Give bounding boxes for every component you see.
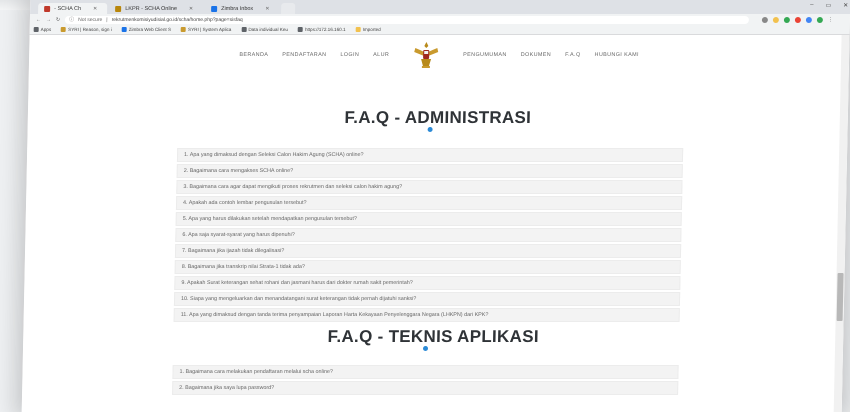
- close-tab-icon[interactable]: ✕: [93, 6, 97, 12]
- bookmark-label: Imported: [362, 27, 381, 32]
- tab-favicon-icon: [44, 5, 51, 12]
- faq-item[interactable]: 8. Bagaimana jika transkrip nilai Strata…: [174, 260, 681, 274]
- faq-item[interactable]: 3. Bagaimana cara agar dapat mengikuti p…: [176, 180, 683, 194]
- tab-favicon-icon: [211, 5, 218, 12]
- bookmark-item[interactable]: Data individual Keu: [241, 27, 288, 32]
- reload-icon[interactable]: ↻: [56, 17, 60, 23]
- section-title-administrasi: F.A.Q - ADMINISTRASI: [344, 108, 532, 127]
- bookmark-label: SYRI | System Aplica: [188, 27, 232, 32]
- page-scrollbar[interactable]: [833, 35, 850, 412]
- scrollbar-thumb[interactable]: [836, 273, 844, 321]
- page-content: BERANDA PENDAFTARAN LOGIN ALUR PENGUMUMA…: [21, 35, 850, 412]
- nav-beranda[interactable]: BERANDA: [239, 52, 268, 58]
- window-controls: – ▭ ✕: [810, 2, 848, 9]
- close-tab-icon[interactable]: ✕: [189, 6, 193, 12]
- apps-icon: [33, 27, 39, 32]
- faq-item[interactable]: 11. Apa yang dimaksud dengan tanda terim…: [173, 308, 680, 322]
- bookmark-item[interactable]: SYRI | System Aplica: [181, 27, 231, 32]
- address-bar: ← → ↻ ⓘ Not secure | rekrutmenkomisiyudi…: [29, 14, 850, 25]
- faq-list-administrasi: 1. Apa yang dimaksud dengan Seleksi Calo…: [173, 148, 684, 324]
- url-input[interactable]: ⓘ Not secure | rekrutmenkomisiyudisial.g…: [65, 15, 750, 24]
- browser-window: - SCHA Ch ✕ LKPR - SCHA Online ✕ Zimbra …: [21, 0, 850, 412]
- bookmark-icon: [121, 27, 127, 32]
- close-tab-icon[interactable]: ✕: [265, 6, 269, 12]
- faq-item[interactable]: 5. Apa yang harus dilakukan setelah mend…: [175, 212, 682, 226]
- maximize-icon[interactable]: ▭: [825, 2, 831, 9]
- faq-item[interactable]: 2. Bagaimana cara mengakses SCHA online?: [176, 164, 683, 178]
- faq-item[interactable]: 1. Apa yang dimaksud dengan Seleksi Calo…: [176, 148, 684, 162]
- bookmarks-bar: Apps SYRI | Reason, sign i Zimbra Web Cl…: [29, 25, 850, 35]
- bookmark-label: SYRI | Reason, sign i: [68, 27, 112, 32]
- extension-icon[interactable]: [806, 16, 813, 23]
- nav-faq[interactable]: F.A.Q: [565, 52, 581, 58]
- extension-icons: ⋮: [762, 16, 833, 23]
- faq-item[interactable]: 10. Siapa yang mengeluarkan dan menandat…: [173, 292, 681, 306]
- browser-tab-0[interactable]: - SCHA Ch ✕: [38, 3, 108, 14]
- title-dot: [427, 127, 433, 132]
- extension-icon[interactable]: [784, 16, 791, 23]
- bookmark-item[interactable]: https://172.16.160.1: [297, 27, 346, 32]
- nav-login[interactable]: LOGIN: [340, 52, 359, 58]
- close-window-icon[interactable]: ✕: [843, 2, 848, 9]
- faq-item[interactable]: 4. Apakah ada contoh lembar pengusulan t…: [175, 196, 683, 210]
- browser-tab-2[interactable]: Zimbra Inbox ✕: [205, 3, 280, 14]
- faq-item[interactable]: 9. Apakah Surat keterangan sehat rohani …: [174, 276, 681, 290]
- bookmark-icon: [181, 27, 187, 32]
- browser-tab-1[interactable]: LKPR - SCHA Online ✕: [109, 3, 203, 14]
- faq-item[interactable]: 1. Bagaimana cara melakukan pendaftaran …: [172, 365, 679, 379]
- bookmark-item[interactable]: Zimbra Web Client S: [121, 27, 172, 32]
- bookmark-label: Data individual Keu: [248, 27, 289, 32]
- nav-alur[interactable]: ALUR: [373, 52, 389, 58]
- nav-hubungi-kami[interactable]: HUBUNGI KAMI: [595, 52, 639, 58]
- tab-strip: - SCHA Ch ✕ LKPR - SCHA Online ✕ Zimbra …: [30, 0, 850, 14]
- bookmark-icon: [61, 27, 67, 32]
- url-text[interactable]: rekrutmenkomisiyudisial.go.id/scha/home.…: [112, 17, 243, 23]
- page-icon: [241, 27, 247, 32]
- back-icon[interactable]: ←: [36, 17, 41, 23]
- folder-icon: [355, 27, 361, 32]
- bookmark-label: Apps: [40, 27, 52, 32]
- page-icon: [297, 27, 304, 32]
- bookmark-label: https://172.16.160.1: [304, 27, 346, 32]
- bookmark-item[interactable]: Imported: [355, 27, 381, 32]
- main-nav: BERANDA PENDAFTARAN LOGIN ALUR PENGUMUMA…: [29, 35, 850, 75]
- bookmark-label: Zimbra Web Client S: [128, 27, 172, 32]
- nav-dokumen[interactable]: DOKUMEN: [521, 52, 551, 58]
- nav-pengumuman[interactable]: PENGUMUMAN: [463, 52, 507, 58]
- menu-icon[interactable]: ⋮: [828, 17, 833, 23]
- faq-item[interactable]: 6. Apa saja syarat-syarat yang harus dip…: [175, 228, 682, 242]
- minimize-icon[interactable]: –: [810, 2, 813, 9]
- tab-label: Zimbra Inbox: [221, 5, 254, 12]
- tab-label: - SCHA Ch: [54, 5, 82, 12]
- bookmark-apps[interactable]: Apps: [33, 27, 52, 32]
- faq-item[interactable]: 7. Bagaimana jika ijazah tidak dilegalis…: [174, 244, 682, 258]
- garuda-emblem-icon: [414, 42, 439, 68]
- extension-icon[interactable]: [795, 16, 802, 23]
- faq-list-teknis: 1. Bagaimana cara melakukan pendaftaran …: [172, 365, 679, 397]
- tab-favicon-icon: [115, 5, 122, 12]
- section-title-teknis: F.A.Q - TEKNIS APLIKASI: [327, 327, 540, 346]
- tab-label: LKPR - SCHA Online: [125, 5, 177, 12]
- translate-icon[interactable]: [762, 16, 769, 23]
- title-dot: [422, 346, 429, 351]
- star-icon[interactable]: [773, 16, 780, 23]
- forward-icon[interactable]: →: [46, 17, 51, 23]
- extension-icon[interactable]: [817, 16, 824, 23]
- faq-item[interactable]: 2. Bagaimana jika saya lupa password?: [172, 381, 679, 395]
- nav-pendaftaran[interactable]: PENDAFTARAN: [282, 52, 326, 58]
- new-tab-button[interactable]: [281, 3, 296, 14]
- info-icon[interactable]: ⓘ: [69, 16, 74, 23]
- not-secure-label: Not secure: [78, 16, 103, 23]
- bookmark-item[interactable]: SYRI | Reason, sign i: [61, 27, 112, 32]
